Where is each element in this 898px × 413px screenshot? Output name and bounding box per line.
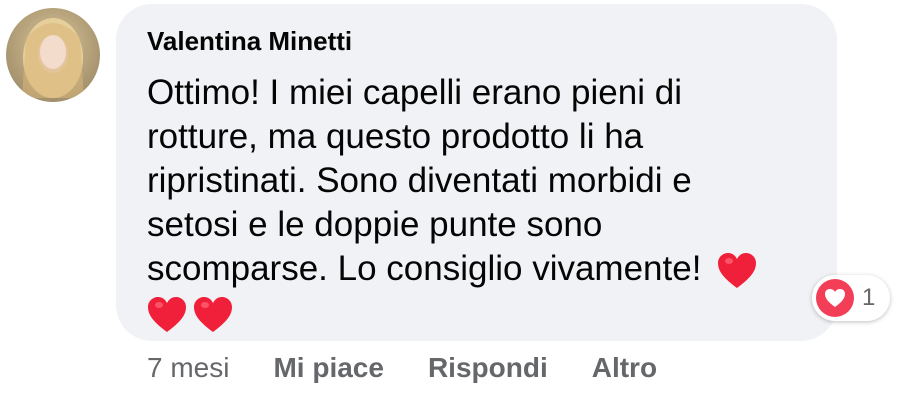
love-reaction-icon (816, 279, 854, 317)
comment-line-with-emoji: scomparse. Lo consiglio vivamente! (147, 247, 807, 291)
more-button[interactable]: Altro (592, 352, 657, 384)
comment-text: Ottimo! I miei capelli erano pieni di ro… (147, 71, 807, 335)
comment-line: Ottimo! I miei capelli erano pieni di (147, 73, 682, 112)
avatar[interactable] (6, 8, 100, 102)
like-button[interactable]: Mi piace (273, 352, 383, 384)
comment-timestamp[interactable]: 7 mesi (147, 352, 229, 384)
comment-line: rotture, ma questo prodotto li ha (147, 117, 644, 156)
red-heart-icon (194, 296, 232, 332)
comment-author[interactable]: Valentina Minetti (147, 26, 352, 57)
red-heart-icon (148, 296, 186, 332)
comment-line: ripristinati. Sono diventati morbidi e (147, 161, 692, 200)
red-heart-icon (718, 252, 757, 288)
reaction-summary[interactable]: 1 (812, 275, 890, 321)
reaction-count: 1 (862, 284, 876, 311)
comment-line: setosi e le doppie punte sono (147, 205, 603, 244)
reply-button[interactable]: Rispondi (428, 352, 548, 384)
comment-emoji-line (147, 291, 807, 335)
comment-line: scomparse. Lo consiglio vivamente! (147, 249, 702, 288)
comment-actions: 7 mesi Mi piace Rispondi Altro (147, 352, 701, 384)
